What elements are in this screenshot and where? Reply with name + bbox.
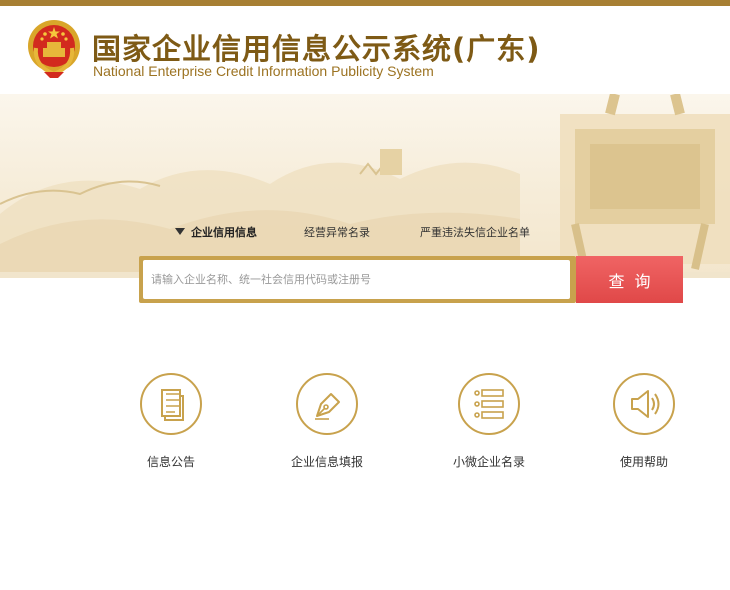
site-subtitle: National Enterprise Credit Information P… [93,63,434,79]
tab-label: 严重违法失信企业名单 [420,226,530,239]
site-title: 国家企业信用信息公示系统(广东) [92,32,541,66]
feature-label: 企业信息填报 [290,455,363,469]
feature-info-notice[interactable]: 信息公告 [111,372,231,470]
tab-enterprise-credit[interactable]: 企业信用信息 [175,224,257,240]
feature-small-micro-list[interactable]: 小微企业名录 [429,372,549,470]
speaker-icon [613,373,675,435]
feature-help[interactable]: 使用帮助 [584,372,704,470]
search-box [139,256,576,303]
feature-label: 信息公告 [146,455,195,469]
tab-label: 企业信用信息 [191,226,257,239]
site-header: 国家企业信用信息公示系统(广东) National Enterprise Cre… [0,6,730,94]
search-button[interactable]: 查询 [576,256,683,303]
tab-label: 经营异常名录 [304,226,370,239]
tab-serious-violation[interactable]: 严重违法失信企业名单 [420,224,530,240]
hero-banner [0,94,730,278]
search-input[interactable] [143,260,570,299]
document-icon [140,373,202,435]
pen-nib-icon [296,373,358,435]
national-emblem-icon [28,20,80,78]
tab-abnormal-operation[interactable]: 经营异常名录 [304,224,370,240]
great-wall-landscape [0,94,730,278]
feature-label: 使用帮助 [619,455,668,469]
list-icon [458,373,520,435]
search-category-tabs: 企业信用信息 经营异常名录 严重违法失信企业名单 [0,224,730,244]
feature-enterprise-report[interactable]: 企业信息填报 [267,372,387,470]
feature-label: 小微企业名录 [452,455,525,469]
triangle-down-icon [175,228,185,235]
